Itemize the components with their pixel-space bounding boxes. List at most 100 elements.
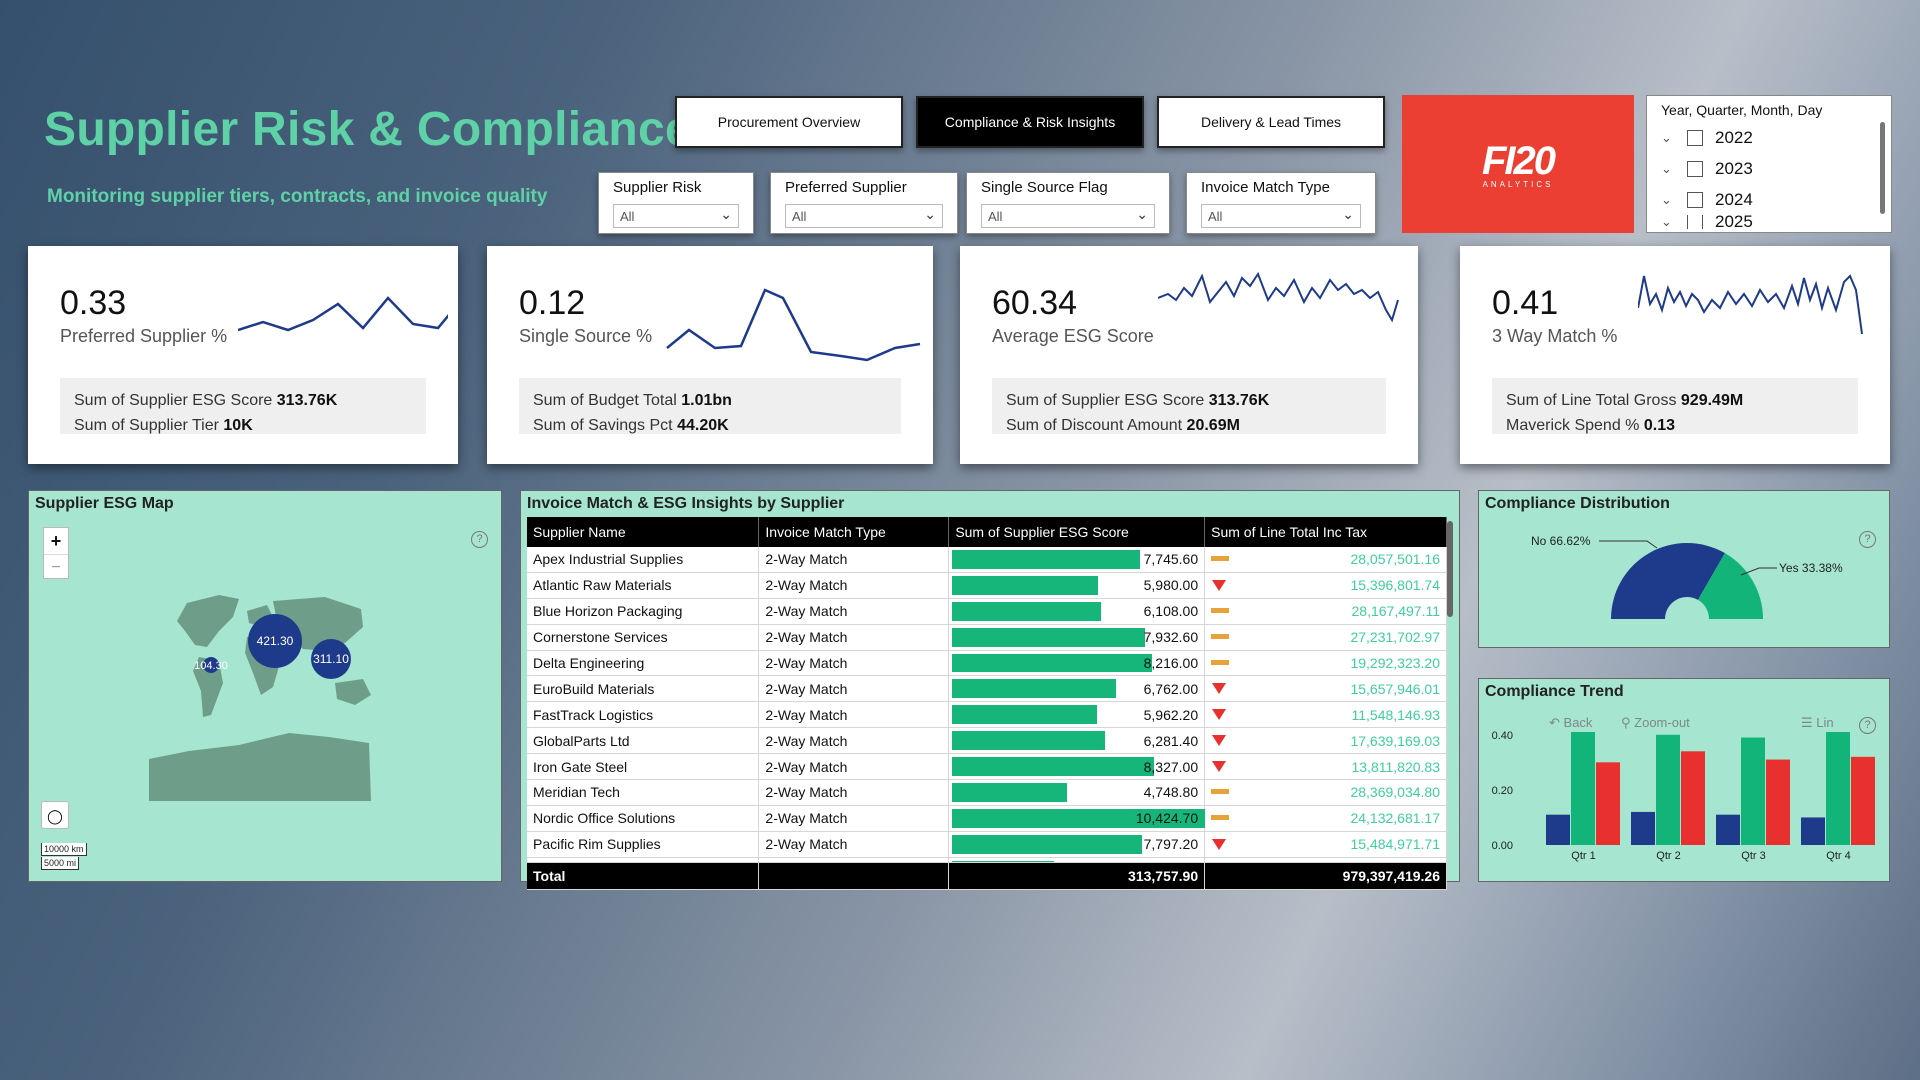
zoom-in-button[interactable]: + (44, 528, 68, 554)
bar-q2-s3[interactable] (1681, 751, 1705, 845)
checkbox[interactable] (1687, 191, 1703, 208)
detail-label: Sum of Discount Amount (1006, 417, 1183, 434)
kpi-detail-row: Sum of Supplier ESG Score 313.76K (1006, 388, 1372, 413)
expand-chevron-icon[interactable]: ⌄ (1661, 215, 1679, 229)
supplier-esg-map-panel: Supplier ESG Map ? + − 421.30 311.10 104… (28, 490, 502, 882)
map-scale-km: 10000 km (41, 843, 87, 856)
tab-delivery-lead-times[interactable]: Delivery & Lead Times (1157, 96, 1385, 148)
table-row[interactable]: Apex Industrial Supplies 2-Way Match 7,745… (527, 547, 1447, 573)
compliance-trend-chart: 0.40 0.20 0.00 Qtr 1 Qtr 2 Qtr 3 Qtr 4 (1492, 730, 1875, 862)
bar-q4-s3[interactable] (1851, 756, 1875, 845)
table-row[interactable]: Atlantic Raw Materials 2-Way Match 5,980.0… (527, 572, 1447, 599)
zoom-out-button[interactable]: − (44, 554, 68, 580)
line-total-cell: 19,292,323.20 (1204, 650, 1447, 677)
panel-title: Supplier ESG Map (35, 495, 174, 512)
column-header-invoice-match-type[interactable]: Invoice Match Type (758, 517, 950, 547)
checkbox[interactable] (1687, 160, 1703, 177)
match-type-cell: 2-Way Match (758, 727, 950, 755)
tab-procurement-overview[interactable]: Procurement Overview (675, 96, 903, 148)
help-icon[interactable]: ? (471, 531, 488, 548)
year-item-2024[interactable]: ⌄ 2024 (1661, 184, 1877, 215)
line-total-value: 24,132,681.17 (1350, 810, 1440, 827)
kpi-card-preferred-supplier: 0.33 Preferred Supplier % Sum of Supplie… (28, 246, 458, 464)
bar-q1-s1[interactable] (1546, 814, 1570, 845)
expand-chevron-icon[interactable]: ⌄ (1661, 130, 1679, 146)
column-header-esg-score[interactable]: Sum of Supplier ESG Score (948, 517, 1206, 547)
bar-q4-s1[interactable] (1801, 817, 1825, 845)
kpi-card-single-source: 0.12 Single Source % Sum of Budget Total… (487, 246, 933, 464)
expand-chevron-icon[interactable]: ⌄ (1661, 161, 1679, 177)
tab-compliance-risk-insights[interactable]: Compliance & Risk Insights (916, 96, 1144, 148)
australia-shape (335, 679, 371, 705)
panel-title: Invoice Match & ESG Insights by Supplier (527, 495, 845, 512)
lasso-select-icon[interactable]: ◯ (41, 801, 69, 829)
tab-label: Compliance & Risk Insights (944, 114, 1116, 130)
column-header-supplier-name[interactable]: Supplier Name (527, 517, 760, 547)
single-source-dropdown[interactable]: All ⌄ (981, 204, 1155, 228)
line-total-value: 28,369,034.80 (1350, 784, 1440, 801)
bar-q2-s2[interactable] (1656, 734, 1680, 845)
bar-q3-s3[interactable] (1766, 759, 1790, 845)
line-total-value: 27,231,702.97 (1350, 629, 1440, 646)
line-total-cell: 28,369,034.80 (1204, 779, 1447, 806)
esg-score-cell: 8,327.00 (948, 753, 1206, 781)
table-row[interactable]: Delta Engineering 2-Way Match 8,216.00 19,2… (527, 650, 1447, 677)
match-type-cell: 2-Way Match (758, 831, 950, 858)
supplier-name-cell: Blue Horizon Packaging (527, 598, 760, 625)
year-item-2022[interactable]: ⌄ 2022 (1661, 122, 1877, 153)
kpi-caption: Preferred Supplier % (60, 326, 228, 346)
preferred-supplier-dropdown[interactable]: All ⌄ (785, 204, 943, 228)
year-item-2023[interactable]: ⌄ 2023 (1661, 153, 1877, 184)
checkbox[interactable] (1687, 215, 1703, 229)
supplier-name-cell: EuroBuild Materials (527, 675, 760, 703)
year-item-2025[interactable]: ⌄ 2025 (1661, 215, 1877, 229)
match-type-cell: 2-Way Match (758, 779, 950, 806)
esg-value: 5,980.00 (1143, 577, 1199, 594)
kpi-detail-row: Sum of Line Total Gross 929.49M (1506, 388, 1844, 413)
column-header-line-total[interactable]: Sum of Line Total Inc Tax (1204, 517, 1447, 547)
table-row[interactable]: GlobalParts Ltd 2-Way Match 6,281.40 17,639… (527, 727, 1447, 755)
bar-q3-s1[interactable] (1716, 814, 1740, 845)
bar-q4-s2[interactable] (1826, 732, 1850, 845)
table-scrollbar[interactable] (1447, 521, 1453, 617)
table-row[interactable]: EuroBuild Materials 2-Way Match 6,762.00 15… (527, 675, 1447, 703)
slicer-label: Single Source Flag (981, 179, 1108, 196)
table-row[interactable]: Blue Horizon Packaging 2-Way Match 6,108.0… (527, 598, 1447, 625)
flat-bar-icon (1211, 659, 1230, 665)
y-tick-label: 0.40 (1492, 730, 1513, 742)
esg-score-cell: 5,980.00 (948, 572, 1206, 599)
line-total-cell: 24,132,681.17 (1204, 805, 1447, 832)
esg-score-cell: 6,281.40 (948, 727, 1206, 755)
table-row[interactable]: Iron Gate Steel 2-Way Match 8,327.00 13,811… (527, 753, 1447, 781)
esg-score-cell: 10,424.70 (948, 805, 1206, 832)
match-type-cell: 2-Way Match (758, 624, 950, 651)
bar-q2-s1[interactable] (1631, 811, 1655, 845)
supplier-name-cell: Meridian Tech (527, 779, 760, 806)
table-row[interactable]: Meridian Tech 2-Way Match 4,748.80 28,369,0… (527, 779, 1447, 806)
expand-chevron-icon[interactable]: ⌄ (1661, 192, 1679, 208)
x-tick-label: Qtr 2 (1656, 850, 1680, 862)
bar-q3-s2[interactable] (1741, 737, 1765, 845)
supplier-risk-dropdown[interactable]: All ⌄ (613, 204, 739, 228)
detail-label: Maverick Spend % (1506, 417, 1640, 434)
bar-q1-s3[interactable] (1596, 762, 1620, 845)
kpi-detail-row: Sum of Supplier ESG Score 313.76K (74, 388, 412, 413)
y-tick-label: 0.20 (1492, 785, 1513, 797)
table-row[interactable]: Pacific Rim Supplies 2-Way Match 7,797.20 1… (527, 831, 1447, 858)
line-total-value: 28,167,497.11 (1351, 603, 1441, 620)
world-map[interactable]: 421.30 311.10 104.30 (149, 587, 409, 807)
table-row[interactable]: FastTrack Logistics 2-Way Match 5,962.20 11… (527, 701, 1447, 729)
table-row[interactable]: Nordic Office Solutions 2-Way Match 10,424… (527, 805, 1447, 832)
kpi-value: 0.12 (519, 284, 586, 322)
slicer-scrollbar[interactable] (1880, 122, 1885, 214)
tab-label: Delivery & Lead Times (1200, 114, 1342, 130)
checkbox[interactable] (1687, 129, 1703, 146)
esg-score-cell: 4,748.80 (948, 779, 1206, 806)
kpi-card-average-esg: 60.34 Average ESG Score Sum of Supplier … (960, 246, 1418, 464)
invoice-match-dropdown[interactable]: All ⌄ (1201, 204, 1361, 228)
year-label: 2024 (1715, 189, 1753, 209)
page-subtitle: Monitoring supplier tiers, contracts, an… (47, 186, 548, 207)
esg-score-cell: 5,962.20 (948, 701, 1206, 729)
table-row[interactable]: Cornerstone Services 2-Way Match 7,932.60 2… (527, 624, 1447, 651)
bar-q1-s2[interactable] (1571, 732, 1595, 845)
